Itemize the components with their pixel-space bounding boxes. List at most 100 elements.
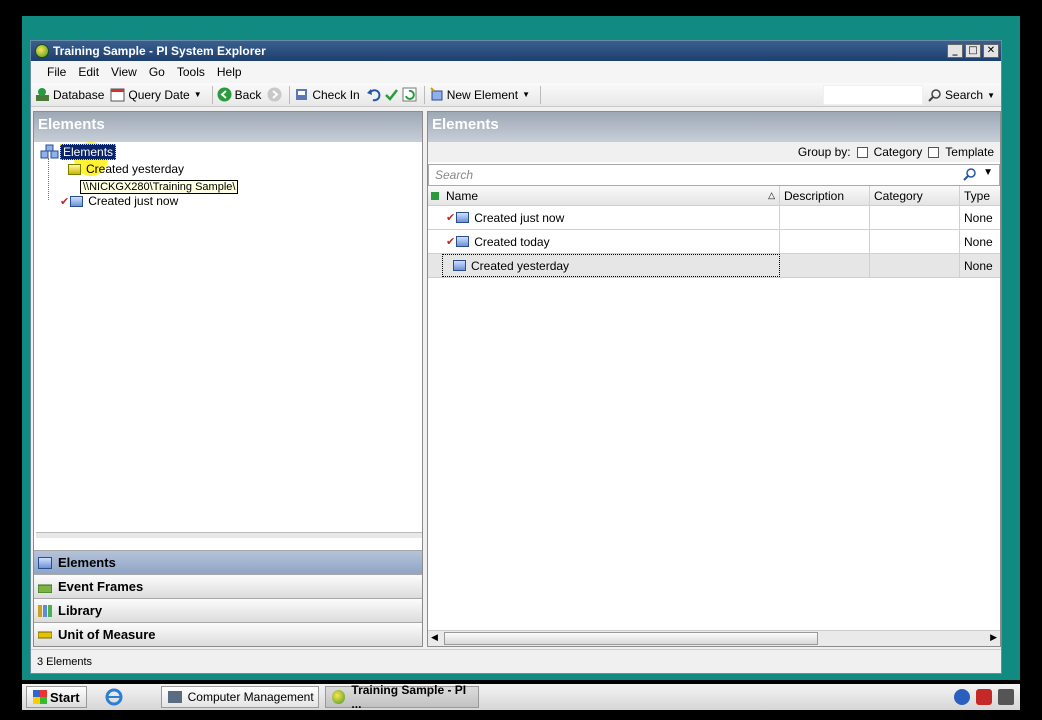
- help-icon[interactable]: [954, 689, 970, 705]
- scroll-left-icon[interactable]: ◀: [431, 632, 438, 643]
- element-tree: Elements Created yesterday \\NICKGX280\T…: [34, 142, 422, 542]
- task-computer-management[interactable]: Computer Management: [160, 686, 319, 708]
- toolbar: Database Query Date ▼ Back Check In New …: [31, 83, 1001, 107]
- table-row-selected[interactable]: Created yesterday None: [428, 254, 1000, 278]
- minimize-button[interactable]: _: [947, 44, 963, 58]
- tree-item-created-yesterday[interactable]: Created yesterday: [68, 162, 184, 176]
- toolbar-separator: [211, 85, 213, 104]
- chevron-down-icon[interactable]: ▼: [987, 91, 995, 100]
- chevron-down-icon[interactable]: ▼: [522, 90, 530, 99]
- row-name: Created today: [474, 234, 550, 249]
- status-bar: 3 Elements: [31, 649, 1001, 673]
- nav-elements[interactable]: Elements: [34, 550, 422, 574]
- security-shield-icon[interactable]: [976, 689, 992, 705]
- refresh-icon[interactable]: [402, 87, 417, 102]
- back-icon: [217, 87, 232, 102]
- check-in-label: Check In: [312, 87, 360, 102]
- nav-label: Event Frames: [58, 579, 144, 594]
- windows-flag-icon: [33, 690, 47, 704]
- taskbar: Start Computer Management Training Sampl…: [22, 683, 1020, 711]
- database-icon: [35, 87, 50, 102]
- checked-out-icon: ✔: [60, 194, 70, 208]
- title-bar[interactable]: Training Sample - PI System Explorer _ □…: [31, 41, 1001, 61]
- element-icon: [70, 195, 84, 207]
- start-label: Start: [50, 689, 80, 705]
- tree-line: [48, 158, 49, 200]
- back-label: Back: [234, 87, 262, 102]
- nav-label: Elements: [58, 555, 116, 570]
- row-description: [780, 254, 870, 277]
- column-type[interactable]: Type: [960, 186, 1000, 205]
- start-button[interactable]: Start: [26, 686, 87, 708]
- chevron-down-icon[interactable]: ▼: [983, 167, 993, 178]
- task-training-sample[interactable]: Training Sample - PI ...: [324, 683, 479, 711]
- event-frames-icon: [37, 581, 53, 593]
- select-all-icon[interactable]: [428, 189, 442, 203]
- tree-item-created-just-now[interactable]: ✔ Created just now: [60, 194, 178, 208]
- row-type: None: [964, 258, 993, 273]
- menu-help[interactable]: Help: [217, 65, 242, 79]
- group-by-label: Group by:: [797, 145, 851, 159]
- nav-unit-of-measure[interactable]: Unit of Measure: [34, 622, 422, 646]
- close-button[interactable]: ✕: [983, 44, 999, 58]
- tree-root-label: Elements: [60, 144, 117, 160]
- element-search-input[interactable]: Search ▼: [428, 164, 1000, 186]
- nav-label: Unit of Measure: [58, 627, 156, 642]
- element-icon: [38, 556, 52, 569]
- check-in-button[interactable]: Check In: [294, 87, 360, 102]
- column-name[interactable]: Name △: [442, 186, 780, 205]
- query-date-label: Query Date: [128, 87, 190, 102]
- toolbar-separator: [423, 85, 425, 104]
- row-description: [780, 206, 870, 229]
- chevron-down-icon[interactable]: ▼: [194, 90, 202, 99]
- toolbar-separator: [540, 85, 541, 104]
- menu-file[interactable]: File: [47, 65, 66, 79]
- menu-edit[interactable]: Edit: [78, 65, 99, 79]
- row-type: None: [964, 210, 993, 225]
- undo-icon[interactable]: [366, 87, 381, 102]
- internet-explorer-icon[interactable]: [105, 688, 123, 706]
- scroll-right-icon[interactable]: ▶: [990, 632, 997, 643]
- column-category[interactable]: Category: [870, 186, 960, 205]
- category-checkbox[interactable]: [856, 146, 868, 158]
- template-checkbox[interactable]: [928, 146, 940, 158]
- search-icon[interactable]: [963, 168, 977, 185]
- sort-ascending-icon: △: [768, 190, 775, 200]
- task-label: Training Sample - PI ...: [351, 683, 467, 711]
- toolbar-search-input[interactable]: [823, 85, 924, 105]
- query-date-button[interactable]: Query Date ▼: [110, 87, 202, 102]
- network-icon[interactable]: [998, 689, 1014, 705]
- database-button[interactable]: Database: [35, 87, 104, 102]
- table-row[interactable]: ✔ Created today None: [428, 230, 1000, 254]
- menu-view[interactable]: View: [111, 65, 137, 79]
- nav-event-frames[interactable]: Event Frames: [34, 574, 422, 598]
- checked-out-icon: ✔: [446, 235, 456, 248]
- maximize-button[interactable]: □: [965, 44, 981, 58]
- calendar-icon: [110, 87, 125, 102]
- back-button[interactable]: Back: [217, 87, 262, 102]
- toolbar-separator: [289, 85, 291, 104]
- checkmark-icon[interactable]: [384, 87, 399, 102]
- nav-library[interactable]: Library: [34, 598, 422, 622]
- grid-header: Name △ Description Category Type: [428, 186, 1000, 206]
- pane-splitter[interactable]: [36, 532, 422, 538]
- group-by-bar: Group by: Category Template: [428, 142, 1000, 162]
- row-name-cell: ✔ Created just now: [442, 206, 780, 229]
- row-category: [870, 230, 960, 253]
- horizontal-scrollbar[interactable]: ◀ ▶: [428, 630, 1000, 646]
- row-description: [780, 230, 870, 253]
- element-icon: [68, 163, 81, 175]
- menu-go[interactable]: Go: [149, 65, 165, 79]
- browser-pane-header: Elements: [34, 112, 422, 142]
- row-category: [870, 254, 960, 277]
- table-row[interactable]: ✔ Created just now None: [428, 206, 1000, 230]
- column-description[interactable]: Description: [780, 186, 870, 205]
- menu-tools[interactable]: Tools: [177, 65, 205, 79]
- new-element-button[interactable]: New Element ▼: [429, 87, 530, 102]
- search-button[interactable]: Search: [945, 88, 983, 102]
- forward-icon[interactable]: [267, 87, 282, 102]
- tree-root[interactable]: Elements: [40, 144, 117, 160]
- scrollbar-thumb[interactable]: [444, 632, 818, 645]
- row-name: Created yesterday: [471, 258, 570, 273]
- menu-bar: File Edit View Go Tools Help: [31, 61, 1001, 83]
